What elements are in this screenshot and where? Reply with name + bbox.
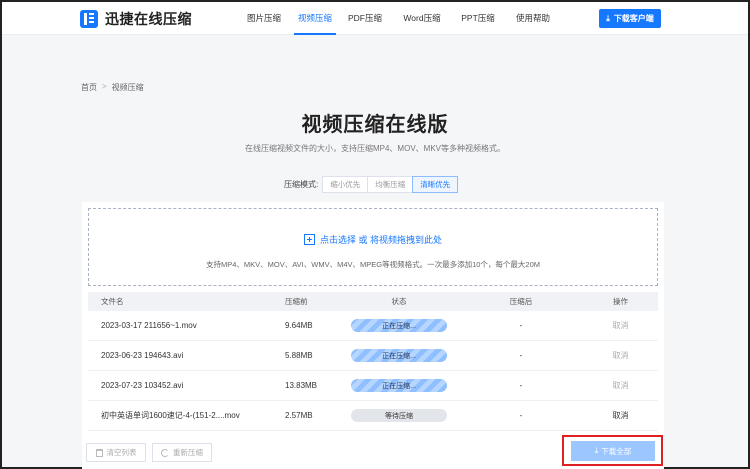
nav-image-compress[interactable]: 图片压缩 [234,2,294,35]
mode-option-clear[interactable]: 清晰优先 [412,176,459,193]
cancel-button[interactable]: 取消 [583,350,658,361]
download-icon: ⤓ [606,13,610,23]
cancel-button[interactable]: 取消 [583,410,658,421]
nav-video-compress[interactable]: 视频压缩 [294,2,336,35]
download-client-label: 下载客户端 [613,14,654,23]
top-header: 迅捷在线压缩 图片压缩 视频压缩 PDF压缩 Word压缩 PPT压缩 使用帮助… [2,2,748,35]
file-name: 初中英语单词1600速记-4-(151-2....mov [101,411,240,420]
file-size-after: - [519,351,523,360]
mode-option-balanced[interactable]: 均衡压缩 [367,176,414,193]
col-header-after: 压缩后 [509,297,533,306]
file-size-before: 2.57MB [285,411,313,420]
trash-icon [95,448,103,457]
nav-help[interactable]: 使用帮助 [506,2,560,35]
col-header-status: 状态 [391,297,407,306]
file-name: 2023-06-23 194643.avi [101,351,184,360]
download-client-button[interactable]: ⤓ 下载客户端 [599,9,661,28]
dropzone-primary-text: 点击选择 或 将视频拖拽到此处 [319,235,442,245]
logo-text: 迅捷在线压缩 [105,11,192,27]
status-progress-bar: 正在压缩... [351,349,447,362]
file-name: 2023-07-23 103452.avi [101,381,184,390]
breadcrumb-home[interactable]: 首页 [81,82,97,93]
file-size-before: 9.64MB [285,321,313,330]
table-row: 2023-03-17 211656~1.mov 9.64MB 正在压缩... -… [88,311,658,341]
dropzone-hint: 支持MP4、MKV、MOV、AVI、WMV、M4V、MPEG等视频格式。一次最多… [205,260,541,269]
file-size-before: 5.88MB [285,351,313,360]
status-cell: 正在压缩... [339,379,459,392]
recompress-button[interactable]: 重新压缩 [152,443,212,462]
clear-list-button[interactable]: 清空列表 [86,443,146,462]
main-nav: 图片压缩 视频压缩 PDF压缩 Word压缩 PPT压缩 使用帮助 [234,2,560,35]
status-cell: 等待压缩 [339,409,459,422]
status-progress-bar: 正在压缩... [351,319,447,332]
plus-icon [303,234,315,245]
page-subtitle: 在线压缩视频文件的大小，支持压缩MP4、MOV、MKV等多种视频格式。 [244,144,505,153]
mode-label: 压缩模式: [284,180,319,189]
page-title: 视频压缩在线版 [301,114,449,136]
status-progress-bar: 正在压缩... [351,379,447,392]
cancel-button[interactable]: 取消 [583,320,658,331]
zip-logo-icon [80,10,98,28]
status-waiting-badge: 等待压缩 [351,409,447,422]
status-cell: 正在压缩... [339,319,459,332]
dropzone-cta[interactable]: 点击选择 或 将视频拖拽到此处 [89,233,657,246]
col-header-before: 压缩前 [285,297,308,306]
download-icon: ⤓ [594,446,599,455]
recompress-label: 重新压缩 [173,448,203,457]
cancel-button[interactable]: 取消 [583,380,658,391]
nav-word-compress[interactable]: Word压缩 [394,2,450,35]
file-size-after: - [519,381,523,390]
clear-list-label: 清空列表 [106,448,137,457]
mode-option-smaller[interactable]: 缩小优先 [322,176,369,193]
nav-ppt-compress[interactable]: PPT压缩 [450,2,506,35]
breadcrumb-separator: > [102,82,107,91]
file-table: 文件名 压缩前 状态 压缩后 操作 2023-03-17 211656~1.mo… [88,292,658,431]
upload-dropzone[interactable]: 点击选择 或 将视频拖拽到此处 支持MP4、MKV、MOV、AVI、WMV、M4… [88,208,658,286]
refresh-icon [161,448,169,457]
file-size-after: - [519,411,523,420]
status-cell: 正在压缩... [339,349,459,362]
nav-pdf-compress[interactable]: PDF压缩 [336,2,394,35]
table-row: 2023-07-23 103452.avi 13.83MB 正在压缩... - … [88,371,658,401]
compression-mode: 压缩模式: 缩小优先 均衡压缩 清晰优先 [284,176,459,193]
breadcrumb: 首页 > 视频压缩 [81,82,144,93]
file-name: 2023-03-17 211656~1.mov [101,321,197,330]
logo[interactable]: 迅捷在线压缩 [80,9,192,29]
upload-panel: 点击选择 或 将视频拖拽到此处 支持MP4、MKV、MOV、AVI、WMV、M4… [82,202,664,469]
download-all-button[interactable]: ⤓ 下载全部 [571,441,655,461]
file-size-after: - [519,321,523,330]
table-row: 2023-06-23 194643.avi 5.88MB 正在压缩... - 取… [88,341,658,371]
file-size-before: 13.83MB [285,381,318,390]
table-row: 初中英语单词1600速记-4-(151-2....mov 2.57MB 等待压缩… [88,401,658,431]
table-header: 文件名 压缩前 状态 压缩后 操作 [88,292,658,311]
download-all-label: 下载全部 [601,446,632,456]
col-header-filename: 文件名 [101,297,124,306]
col-header-action: 操作 [613,297,628,306]
breadcrumb-current: 视频压缩 [111,83,144,92]
